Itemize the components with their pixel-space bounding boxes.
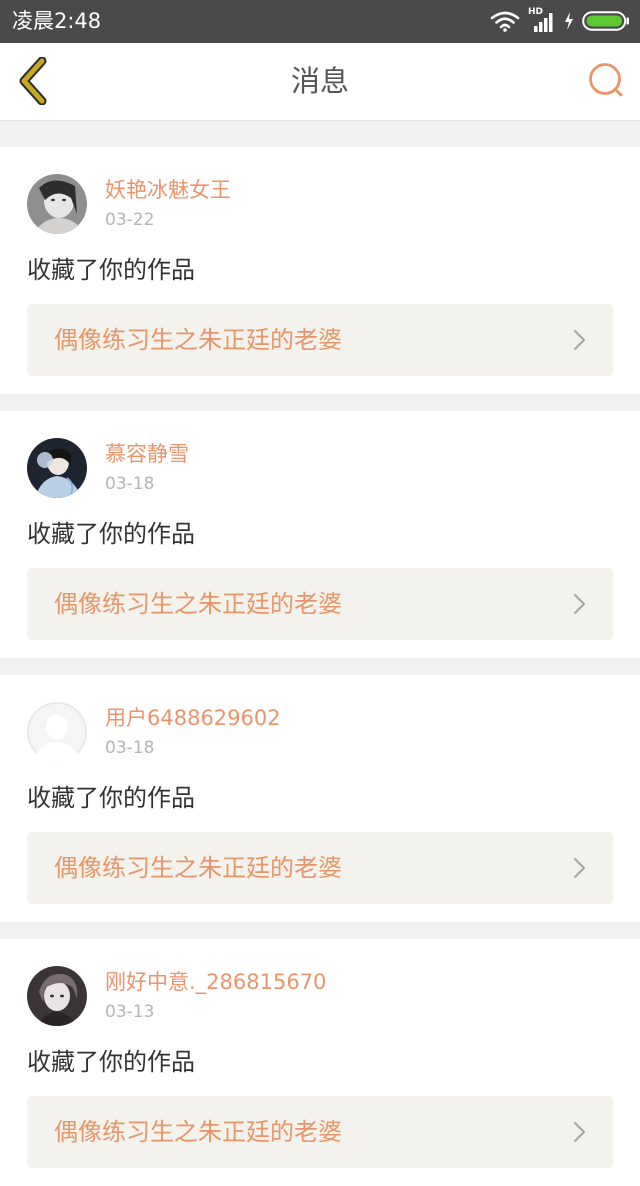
user-photo	[27, 438, 87, 498]
username[interactable]: 用户6488629602	[105, 705, 281, 731]
chevron-right-icon	[573, 1121, 586, 1143]
avatar[interactable]	[27, 702, 87, 762]
work-link[interactable]: 偶像练习生之朱正廷的老婆	[27, 1096, 613, 1168]
action-text: 收藏了你的作品	[27, 784, 195, 812]
search-icon	[589, 63, 623, 97]
user-photo	[27, 174, 87, 234]
username[interactable]: 慕容静雪	[105, 441, 189, 467]
page-title: 消息	[290, 64, 349, 98]
chevron-right-icon	[573, 329, 586, 351]
wifi-icon	[490, 11, 520, 32]
avatar[interactable]	[27, 966, 87, 1026]
chevron-right-icon	[573, 593, 586, 615]
chevron-right-icon	[573, 857, 586, 879]
header-bar: 消息	[0, 43, 640, 121]
username[interactable]: 刚好中意._286815670	[105, 969, 326, 995]
avatar[interactable]	[27, 174, 87, 234]
action-text: 收藏了你的作品	[27, 520, 195, 548]
work-link[interactable]: 偶像练习生之朱正廷的老婆	[27, 832, 613, 904]
work-link[interactable]: 偶像练习生之朱正廷的老婆	[27, 568, 613, 640]
username[interactable]: 妖艳冰魅女王	[105, 177, 231, 203]
avatar[interactable]	[27, 438, 87, 498]
status-bar: 凌晨2:48 HD	[0, 0, 640, 43]
work-link[interactable]: 偶像练习生之朱正廷的老婆	[27, 304, 613, 376]
message-date: 03-18	[105, 474, 155, 494]
charging-icon	[565, 12, 573, 30]
status-time: 凌晨2:48	[12, 9, 102, 33]
work-title: 偶像练习生之朱正廷的老婆	[54, 1118, 342, 1146]
message-card: 慕容静雪 03-18 收藏了你的作品 偶像练习生之朱正廷的老婆	[0, 411, 640, 658]
work-title: 偶像练习生之朱正廷的老婆	[54, 590, 342, 618]
message-date: 03-22	[105, 210, 155, 230]
status-icons: HD	[490, 7, 630, 33]
default-avatar-icon	[27, 702, 87, 762]
work-title: 偶像练习生之朱正廷的老婆	[54, 854, 342, 882]
user-photo	[27, 966, 87, 1026]
message-card: 妖艳冰魅女王 03-22 收藏了你的作品 偶像练习生之朱正廷的老婆	[0, 147, 640, 394]
signal-icon: HD	[528, 7, 556, 33]
battery-icon	[582, 11, 629, 31]
message-card: 刚好中意._286815670 03-13 收藏了你的作品 偶像练习生之朱正廷的…	[0, 939, 640, 1186]
search-button[interactable]	[586, 61, 626, 101]
message-date: 03-18	[105, 738, 155, 758]
chevron-left-icon	[19, 56, 47, 106]
action-text: 收藏了你的作品	[27, 1048, 195, 1076]
action-text: 收藏了你的作品	[27, 256, 195, 284]
back-button[interactable]	[14, 56, 54, 106]
work-title: 偶像练习生之朱正廷的老婆	[54, 326, 342, 354]
message-date: 03-13	[105, 1002, 155, 1022]
message-card: 用户6488629602 03-18 收藏了你的作品 偶像练习生之朱正廷的老婆	[0, 675, 640, 922]
